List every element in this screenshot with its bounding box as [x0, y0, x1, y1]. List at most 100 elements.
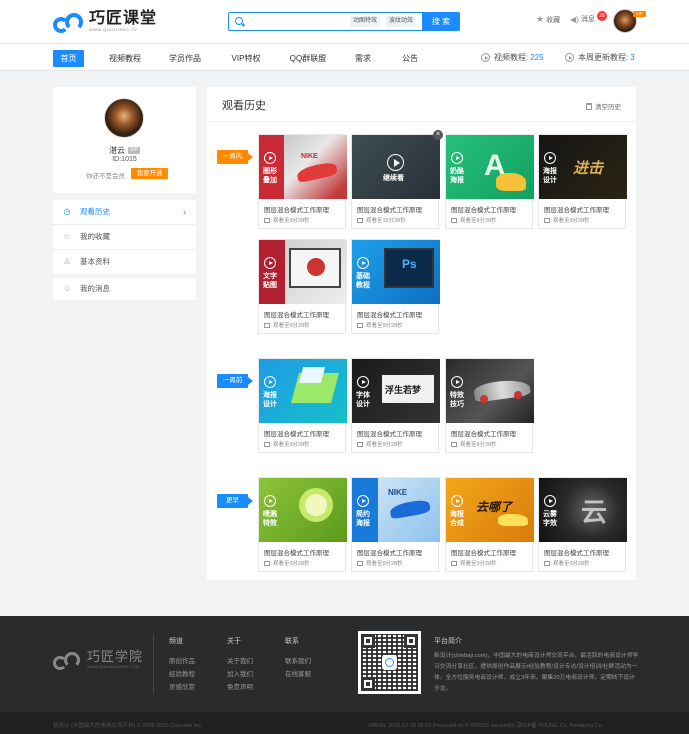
watch-progress: 观看至16分28秒	[357, 216, 406, 224]
menu-item-profile[interactable]: ♙ 基本资料	[53, 250, 196, 274]
qr-code	[358, 631, 421, 694]
top-header: 巧匠课堂 WWW.QIAOJIANG.TV 动图特效 波纹动效 搜 索 ★ 收藏…	[0, 0, 689, 44]
divider	[207, 121, 636, 122]
watch-progress: 观看至9分28秒	[451, 440, 497, 448]
monitor-icon	[544, 217, 550, 223]
play-icon	[451, 152, 463, 164]
video-card[interactable]: 云 云雾 字效 图层混合模式工作原理 观看至9分28秒	[538, 477, 627, 572]
copyright-left: 新设计 (中国最大的电商交流平台) © 2009-2020 Cnocane In…	[53, 723, 203, 729]
thumb-caption: 奶酪 海报	[450, 168, 464, 184]
close-icon[interactable]: ×	[433, 130, 443, 140]
search-input[interactable]	[247, 15, 367, 28]
logo-subtitle: WWW.QIAOJIANG.TV	[89, 27, 138, 32]
qr-logo-icon	[382, 655, 397, 670]
thumb-caption: 海报 设计	[263, 392, 277, 408]
video-card[interactable]: Ps 基础 教程 图层混合模式工作原理 观看至9分28秒	[351, 239, 440, 334]
search-tag[interactable]: 波纹动效	[386, 16, 417, 27]
footer-link[interactable]: 在线客服	[285, 668, 311, 678]
video-card[interactable]: NIKE 简约 海报 图层混合模式工作原理 观看至9分28秒	[351, 477, 440, 572]
video-thumbnail: 去哪了 海报 合成	[446, 478, 534, 542]
search-tag[interactable]: 动图特效	[350, 16, 381, 27]
video-card[interactable]: 浮生若梦 字体 设计 图层混合模式工作原理 观看至9分28秒	[351, 358, 440, 453]
nav-item-demands[interactable]: 需求	[348, 50, 378, 67]
video-thumbnail: NIKE 图形 叠加	[259, 135, 347, 199]
menu-item-label: 观看历史	[80, 207, 110, 216]
clear-history-button[interactable]: 清空历史	[586, 101, 621, 111]
watch-progress-text: 观看至9分28秒	[366, 323, 403, 329]
watch-progress: 观看至9分28秒	[264, 559, 310, 567]
menu-item-messages[interactable]: ☺ 我的消息	[53, 277, 196, 301]
footer-logo[interactable]: 巧匠学院 WWW.QIAOJIANGART.COM	[53, 650, 143, 670]
menu-item-favorites[interactable]: ☆ 我的收藏	[53, 225, 196, 249]
nav-item-student-works[interactable]: 学员作品	[163, 50, 207, 67]
continue-label: 继续看	[383, 175, 404, 182]
video-card[interactable]: 海报 设计 图层混合模式工作原理 观看至9分28秒	[258, 358, 347, 453]
copyright-right: XMFHL 2020-12-18 05:02 Prosuced.cn © 000…	[368, 723, 604, 729]
video-card[interactable]: 进击 海报 设计 图层混合模式工作原理 观看至9分28秒	[538, 134, 627, 229]
video-thumbnail: 文字 贴图	[259, 240, 347, 304]
nav-item-videos[interactable]: 视频教程	[103, 50, 147, 67]
footer-link[interactable]: 加入我们	[227, 668, 253, 678]
nav-item-home[interactable]: 首页	[53, 50, 84, 67]
play-icon	[544, 152, 556, 164]
footer-about-title: 平台简介	[434, 638, 462, 645]
monitor-icon	[451, 560, 457, 566]
search-button[interactable]: 搜 索	[422, 12, 460, 31]
watch-progress-text: 观看至9分28秒	[273, 323, 310, 329]
footer-link[interactable]: 灵感欣赏	[169, 681, 195, 691]
nav-item-vip[interactable]: VIP特权	[224, 50, 268, 67]
thumb-caption: 简约 海报	[356, 511, 370, 527]
site-logo[interactable]: 巧匠课堂 WWW.QIAOJIANG.TV	[53, 10, 157, 34]
profile-card: 湛云 VIP ID:1015 你还不是会员 我要开通	[53, 87, 196, 193]
play-icon	[357, 257, 369, 269]
messages-link[interactable]: ◀) 消息	[570, 14, 595, 24]
video-card[interactable]: NIKE 图形 叠加 图层混合模式工作原理 观看至9分28秒	[258, 134, 347, 229]
menu-item-history[interactable]: ◷ 观看历史 ›	[53, 200, 196, 224]
watch-progress-text: 观看至9分28秒	[273, 218, 310, 224]
nav-item-notices[interactable]: 公告	[395, 50, 425, 67]
footer-link[interactable]: 联系我们	[285, 655, 311, 665]
logo-mark-icon	[53, 11, 85, 33]
star-icon: ★	[536, 14, 545, 24]
search-icon	[235, 17, 243, 25]
video-thumbnail: 进击 海报 设计	[539, 135, 627, 199]
play-icon	[544, 495, 556, 507]
footer-link[interactable]: 原创作品	[169, 655, 195, 665]
footer-col-title-about: 关于	[227, 638, 241, 645]
profile-avatar	[104, 98, 144, 138]
nav-item-qq-groups[interactable]: QQ群联盟	[285, 50, 331, 67]
video-count-stat: 视频教程: 225	[481, 52, 544, 63]
watch-progress-text: 观看至9分28秒	[553, 561, 590, 567]
video-title: 图层混合模式工作原理	[357, 207, 422, 214]
watch-progress-text: 观看至9分28秒	[460, 442, 497, 448]
thumb-word: 云	[581, 497, 608, 527]
watch-progress: 观看至9分28秒	[357, 321, 403, 329]
video-card[interactable]: 喷溅 特效 图层混合模式工作原理 观看至9分28秒	[258, 477, 347, 572]
footer-about-text: 新设计(chinbaji.com)，中国最大的电商设计师交流平台，最活跃的电商设…	[434, 653, 639, 692]
thumb-caption: 云雾 字效	[543, 511, 557, 527]
chat-icon: ☺	[63, 284, 72, 293]
video-card[interactable]: 去哪了 海报 合成 图层混合模式工作原理 观看至9分28秒	[445, 477, 534, 572]
watch-progress-text: 观看至9分28秒	[460, 218, 497, 224]
watch-progress: 观看至9分28秒	[357, 559, 403, 567]
footer-link[interactable]: 经验教程	[169, 668, 195, 678]
watch-progress: 观看至9分28秒	[451, 559, 497, 567]
play-icon	[264, 495, 276, 507]
watch-progress-text: 观看至9分28秒	[553, 218, 590, 224]
video-count-label: 视频教程:	[494, 53, 529, 62]
play-icon	[264, 152, 276, 164]
video-card[interactable]: A 奶酪 海报 图层混合模式工作原理 观看至9分28秒	[445, 134, 534, 229]
video-title: 图层混合模式工作原理	[451, 431, 516, 438]
profile-vip-badge: VIP	[127, 147, 141, 155]
menu-item-label: 我的收藏	[80, 232, 110, 241]
watch-progress-text: 观看至9分28秒	[366, 561, 403, 567]
favorites-link[interactable]: ★ 收藏	[536, 14, 560, 25]
favorites-label: 收藏	[546, 16, 561, 24]
footer-link[interactable]: 免责声明	[227, 681, 253, 691]
video-card[interactable]: 文字 贴图 图层混合模式工作原理 观看至9分28秒	[258, 239, 347, 334]
video-card[interactable]: 继续看 图层混合模式工作原理 观看至16分28秒	[351, 134, 440, 229]
profile-name-row: 湛云 VIP	[53, 145, 196, 156]
footer-link[interactable]: 关于我们	[227, 655, 253, 665]
video-card[interactable]: 特效 技巧 图层混合模式工作原理 观看至9分28秒	[445, 358, 534, 453]
open-membership-button[interactable]: 我要开通	[131, 168, 168, 179]
